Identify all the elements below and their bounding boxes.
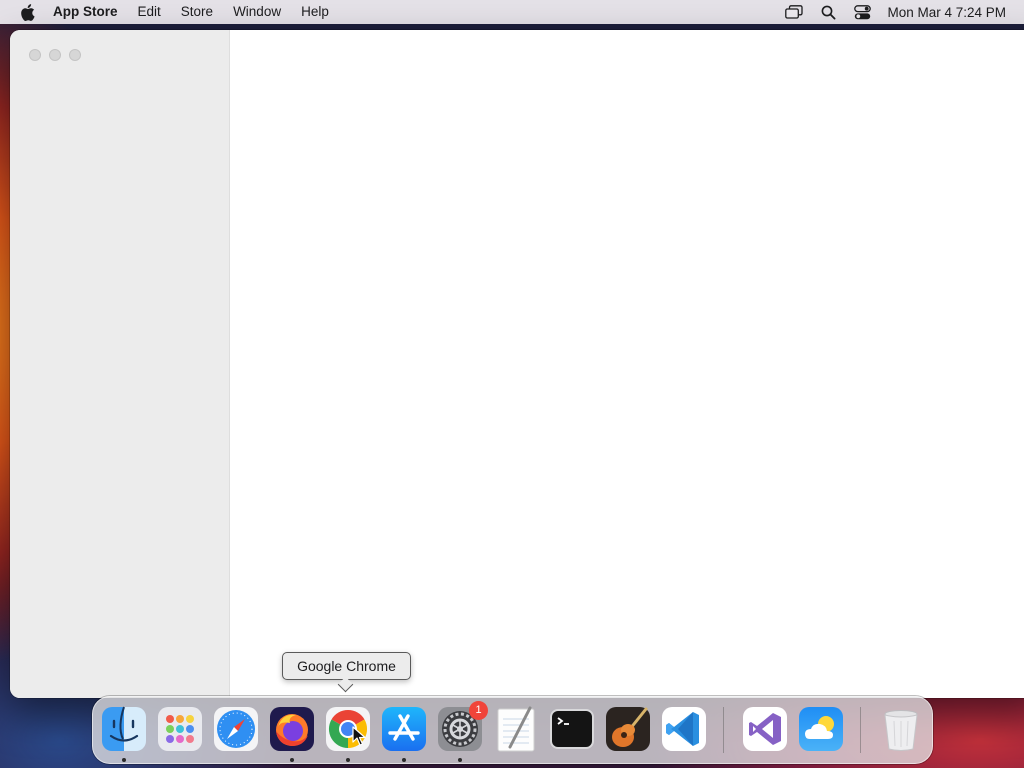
dock-item-finder[interactable] — [100, 705, 148, 753]
menu-app-store[interactable]: App Store — [52, 0, 128, 24]
running-indicator — [402, 758, 406, 762]
running-indicator — [346, 758, 350, 762]
dock-item-visual-studio[interactable] — [741, 705, 789, 753]
spotlight-search-icon[interactable] — [811, 0, 845, 24]
dock-item-vscode[interactable] — [660, 705, 708, 753]
dock-item-terminal[interactable] — [548, 705, 596, 753]
dock-separator — [860, 707, 861, 753]
dock-item-weather[interactable] — [797, 705, 845, 753]
dock-separator — [723, 707, 724, 753]
vscode-icon — [662, 707, 706, 751]
traffic-lights — [29, 49, 81, 61]
window-sidebar — [10, 30, 230, 698]
finder-icon — [102, 706, 146, 751]
textedit-icon — [497, 706, 535, 752]
safari-icon — [214, 707, 258, 751]
visual-studio-icon — [743, 707, 787, 751]
weather-icon — [799, 707, 843, 751]
app-store-icon — [382, 707, 426, 751]
menu-bar-clock[interactable]: Mon Mar 4 7:24 PM — [879, 5, 1024, 20]
apple-logo-icon[interactable] — [16, 1, 38, 23]
running-indicator — [290, 758, 294, 762]
dock-item-firefox[interactable] — [268, 705, 316, 753]
mouse-cursor-icon — [352, 726, 366, 746]
terminal-icon — [550, 709, 594, 749]
firefox-icon — [270, 707, 314, 751]
window-zoom-button[interactable] — [69, 49, 81, 61]
menu-edit[interactable]: Edit — [128, 0, 171, 24]
dock-item-safari[interactable] — [212, 705, 260, 753]
dock-item-garageband[interactable] — [604, 705, 652, 753]
app-store-window — [10, 30, 1024, 698]
dock-item-launchpad[interactable] — [156, 705, 204, 753]
launchpad-icon — [158, 707, 202, 751]
menu-store[interactable]: Store — [171, 0, 223, 24]
dock-item-trash[interactable] — [877, 705, 925, 753]
menu-help[interactable]: Help — [291, 0, 339, 24]
dock-tooltip: Google Chrome — [282, 652, 411, 680]
control-center-icon[interactable] — [845, 0, 879, 24]
window-close-button[interactable] — [29, 49, 41, 61]
window-content-area — [230, 30, 1024, 698]
running-indicator — [458, 758, 462, 762]
running-indicator — [122, 758, 126, 762]
garageband-icon — [606, 707, 650, 751]
trash-icon — [884, 710, 918, 751]
dock-item-textedit[interactable] — [492, 705, 540, 753]
window-minimize-button[interactable] — [49, 49, 61, 61]
notification-badge: 1 — [469, 701, 488, 720]
menu-bar-status-area: Mon Mar 4 7:24 PM — [777, 0, 1024, 24]
screen-mirroring-icon[interactable] — [777, 0, 811, 24]
menu-bar: App Store Edit Store Window Help Mon Mar… — [0, 0, 1024, 24]
dock: 1 — [92, 696, 933, 764]
dock-item-app-store[interactable] — [380, 705, 428, 753]
menu-window[interactable]: Window — [223, 0, 291, 24]
